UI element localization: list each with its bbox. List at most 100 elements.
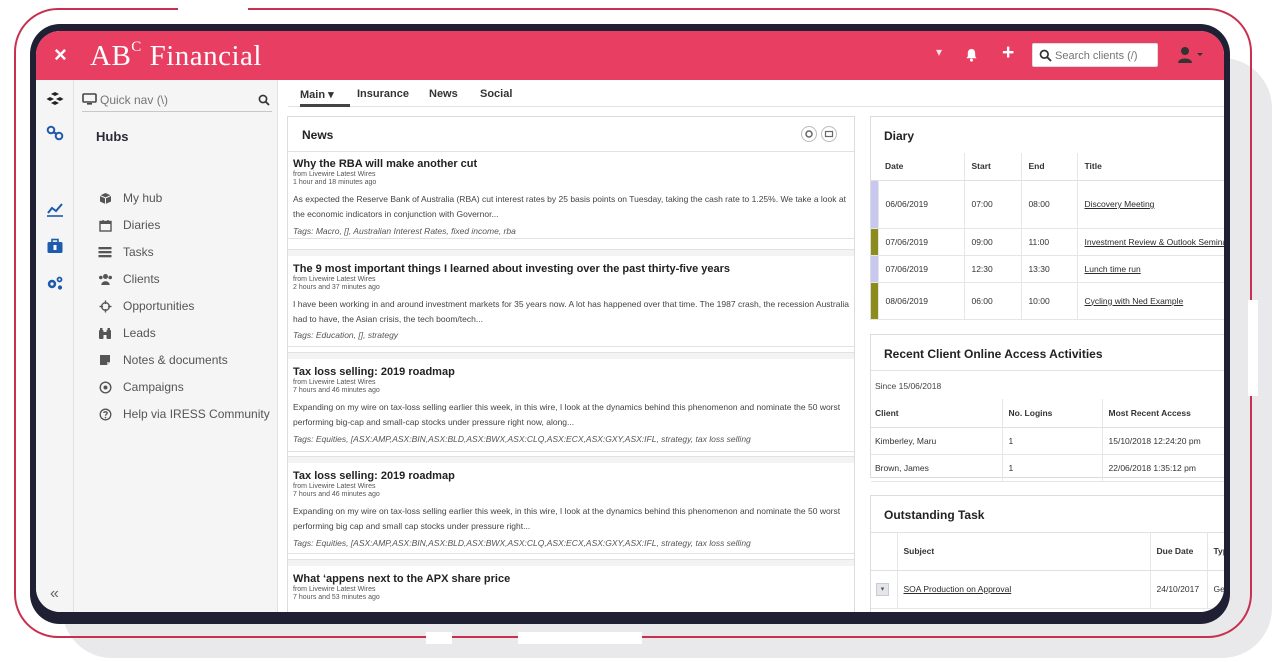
table-row[interactable]: 07/06/2019 12:30 13:30 Lunch time run (871, 255, 1224, 283)
news-item-tags: Tags: Macro, [], Australian Interest Rat… (293, 226, 516, 236)
access-client: Brown, James (871, 454, 1003, 482)
sidebar-item-help[interactable]: Help via IRESS Community (96, 403, 270, 425)
category-color-bar (871, 255, 880, 283)
access-client: Kimberley, Maru (871, 427, 1003, 455)
tab-insurance[interactable]: Insurance (357, 88, 409, 100)
diary-date: 07/06/2019 (878, 255, 966, 283)
task-table: Subject Due Date Typ ▾ SOA Production on… (871, 533, 1224, 609)
table-row[interactable]: 07/06/2019 09:00 11:00 Investment Review… (871, 228, 1224, 256)
diary-title-link[interactable]: Investment Review & Outlook Seminar (1077, 228, 1224, 256)
news-item-title[interactable]: Tax loss selling: 2019 roadmap (293, 470, 455, 482)
frame-gap (426, 632, 452, 644)
category-color-bar (871, 228, 880, 256)
minimize-icon[interactable] (821, 126, 837, 142)
news-panel: News Why the RBA will make another cut f… (287, 116, 855, 612)
diary-title: Diary (884, 129, 915, 143)
divider (871, 370, 1224, 371)
news-item[interactable]: Tax loss selling: 2019 roadmap from Live… (288, 464, 854, 554)
news-item-source: from Livewire Latest Wires 7 hours and 46… (293, 379, 380, 394)
briefcase-icon[interactable] (36, 229, 74, 263)
diary-start: 12:30 (964, 255, 1023, 283)
trend-chart-icon[interactable] (36, 192, 74, 226)
cogs-icon[interactable] (36, 266, 74, 300)
brand-logo: ABC Financial (90, 39, 262, 72)
sidebar-item-clients[interactable]: Clients (96, 268, 160, 290)
news-item[interactable]: What ‘appens next to the APX share price… (288, 567, 854, 612)
task-subject-link[interactable]: SOA Production on Approval (897, 570, 1151, 609)
outstanding-task-panel: Outstanding Task Subject Due Date Typ (870, 495, 1224, 612)
sidebar-item-label: Leads (123, 326, 156, 340)
sidebar-item-campaigns[interactable]: Campaigns (96, 376, 184, 398)
sidebar-item-notes-documents[interactable]: Notes & documents (96, 349, 228, 371)
news-item-title[interactable]: The 9 most important things I learned ab… (293, 263, 730, 275)
client-search[interactable] (1032, 43, 1158, 67)
diary-panel: Diary Date Start End Title 06/06/2019 07… (870, 116, 1224, 320)
column-header[interactable]: Start (964, 153, 1023, 181)
icon-rail: « (36, 80, 74, 612)
news-item[interactable]: The 9 most important things I learned ab… (288, 257, 854, 347)
target-icon (96, 380, 114, 394)
access-recent: 22/06/2018 1:35:12 pm (1102, 454, 1224, 482)
sidebar-item-diaries[interactable]: Diaries (96, 214, 160, 236)
settings-icon[interactable] (801, 126, 817, 142)
column-header (871, 533, 898, 571)
table-row[interactable]: 06/06/2019 07:00 08:00 Discovery Meeting (871, 180, 1224, 229)
sidebar-item-label: Campaigns (123, 380, 184, 394)
column-header[interactable]: Title (1077, 153, 1224, 181)
search-icon[interactable] (258, 94, 270, 106)
tab-news[interactable]: News (429, 88, 458, 100)
table-row[interactable]: ▾ SOA Production on Approval 24/10/2017 … (871, 570, 1224, 609)
table-row[interactable]: Kimberley, Maru 1 15/10/2018 12:24:20 pm (871, 427, 1224, 455)
tasks-icon (96, 246, 114, 258)
news-item-title[interactable]: Why the RBA will make another cut (293, 158, 477, 170)
diary-start: 07:00 (964, 180, 1023, 229)
sidebar-item-leads[interactable]: Leads (96, 322, 156, 344)
sidebar-item-my-hub[interactable]: My hub (96, 187, 162, 209)
news-item-title[interactable]: Tax loss selling: 2019 roadmap (293, 366, 455, 378)
news-item-title[interactable]: What ‘appens next to the APX share price (293, 573, 510, 585)
sidebar-item-label: My hub (123, 191, 163, 205)
link-icon[interactable] (36, 116, 74, 150)
collapse-sidebar-button[interactable]: « (50, 585, 59, 603)
quick-nav-input[interactable] (100, 93, 240, 107)
tab-main[interactable]: Main ▾ (300, 88, 334, 101)
diary-start: 09:00 (964, 228, 1023, 256)
column-header[interactable]: Most Recent Access (1102, 399, 1224, 428)
add-icon[interactable]: + (1002, 42, 1014, 64)
news-separator (288, 249, 854, 256)
diary-title-link[interactable]: Discovery Meeting (1077, 180, 1224, 229)
column-header[interactable]: Date (878, 153, 966, 181)
diary-end: 10:00 (1021, 282, 1079, 320)
layers-icon[interactable] (36, 82, 74, 116)
expand-row-button[interactable]: ▾ (876, 582, 889, 596)
diary-title-link[interactable]: Cycling with Ned Example (1077, 282, 1224, 320)
column-header[interactable]: End (1021, 153, 1079, 181)
sidebar-item-tasks[interactable]: Tasks (96, 241, 154, 263)
bell-icon[interactable] (965, 48, 978, 62)
chevron-down-icon[interactable]: ▾ (936, 45, 942, 59)
table-header-row: Date Start End Title (871, 153, 1224, 181)
quick-nav[interactable] (82, 88, 272, 112)
access-title: Recent Client Online Access Activities (884, 347, 1103, 361)
news-item[interactable]: Tax loss selling: 2019 roadmap from Live… (288, 360, 854, 452)
news-item[interactable]: Why the RBA will make another cut from L… (288, 152, 854, 239)
table-row[interactable]: 08/06/2019 06:00 10:00 Cycling with Ned … (871, 282, 1224, 320)
sidebar-item-opportunities[interactable]: Opportunities (96, 295, 194, 317)
column-header[interactable]: Due Date (1150, 533, 1208, 571)
hubs-heading: Hubs (96, 129, 129, 144)
news-panel-controls (801, 126, 837, 142)
diary-title-link[interactable]: Lunch time run (1077, 255, 1224, 283)
search-input[interactable] (1055, 47, 1155, 64)
column-header[interactable]: Subject (897, 533, 1151, 571)
user-icon[interactable] (1176, 46, 1208, 64)
table-row[interactable]: Brown, James 1 22/06/2018 1:35:12 pm (871, 454, 1224, 482)
diary-date: 07/06/2019 (878, 228, 966, 256)
diary-end: 11:00 (1021, 228, 1079, 256)
tab-social[interactable]: Social (480, 88, 512, 100)
column-header[interactable]: Typ (1207, 533, 1224, 571)
column-header[interactable]: No. Logins (1002, 399, 1103, 428)
access-since: Since 15/06/2018 (875, 381, 942, 391)
diary-date: 08/06/2019 (878, 282, 966, 320)
column-header[interactable]: Client (871, 399, 1003, 428)
close-icon[interactable]: × (54, 43, 67, 67)
